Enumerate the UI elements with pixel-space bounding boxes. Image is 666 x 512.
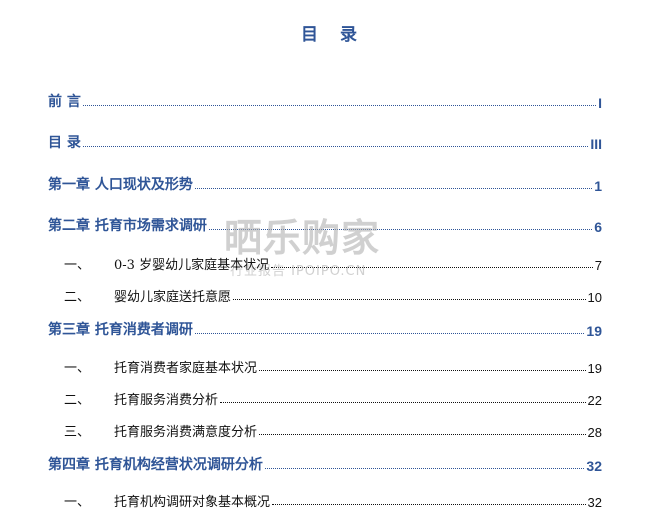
- toc-entry-section[interactable]: 二、 婴幼儿家庭送托意愿 10: [48, 283, 602, 305]
- toc-entry-page: 6: [594, 219, 602, 235]
- dot-leader: [208, 228, 593, 230]
- toc-entry-label: 目 录: [48, 135, 81, 151]
- toc-entry-section[interactable]: 一、 托育机构调研对象基本概况 32: [48, 488, 602, 510]
- toc-entry-label: 第四章 托育机构经营状况调研分析: [48, 457, 263, 473]
- toc-entry-chapter-4[interactable]: 第四章 托育机构经营状况调研分析 32: [48, 452, 602, 474]
- toc-entry-page: 32: [587, 495, 602, 510]
- dot-leader: [82, 104, 597, 106]
- toc-entry-chapter-1[interactable]: 第一章 人口现状及形势 1: [48, 172, 602, 194]
- toc-entry-text: 托育消费者家庭基本状况: [114, 361, 258, 376]
- toc-entry-chapter-2[interactable]: 第二章 托育市场需求调研 6: [48, 213, 602, 235]
- dot-leader: [194, 187, 593, 189]
- toc-entry-page: 22: [587, 393, 602, 408]
- toc-entry-page: I: [598, 95, 602, 111]
- toc-entry-page: 1: [594, 178, 602, 194]
- toc-entry-text: 托育服务消费分析: [114, 393, 219, 408]
- toc-entry-label: 第三章 托育消费者调研: [48, 322, 193, 338]
- dot-leader: [82, 145, 589, 147]
- dot-leader: [259, 433, 586, 435]
- toc-entry-number: 一、: [64, 258, 91, 273]
- toc-entry-section[interactable]: 一、 0-3 岁婴幼儿家庭基本状况 7: [48, 251, 602, 273]
- toc-page: 目 录 前 言 I 目 录 III 第一章 人口现状及形势 1 第二章 托育市场…: [0, 0, 666, 512]
- toc-entry-chapter-3[interactable]: 第三章 托育消费者调研 19: [48, 317, 602, 339]
- toc-entry-number: 二、: [64, 290, 91, 305]
- toc-entry-label: 二、 托育服务消费分析: [48, 389, 220, 408]
- toc-entry-text: 0-3 岁婴幼儿家庭基本状况: [114, 258, 270, 273]
- toc-entry-text: 托育服务消费满意度分析: [114, 425, 258, 440]
- toc-entry-label: 三、 托育服务消费满意度分析: [48, 421, 259, 440]
- toc-entry-page: III: [590, 136, 602, 152]
- toc-entry-page: 19: [586, 323, 602, 339]
- toc-entry-page: 32: [586, 458, 602, 474]
- dot-leader: [233, 298, 586, 300]
- toc-entry-section[interactable]: 三、 托育服务消费满意度分析 28: [48, 418, 602, 440]
- toc-entry-label: 一、 托育机构调研对象基本概况: [48, 491, 272, 510]
- toc-entry-text: 婴幼儿家庭送托意愿: [114, 290, 232, 305]
- toc-title: 目 录: [301, 25, 365, 45]
- toc-entry-label: 二、 婴幼儿家庭送托意愿: [48, 286, 233, 305]
- toc-entry-number: 三、: [64, 425, 91, 440]
- toc-entry-page: 19: [587, 361, 602, 376]
- dot-leader: [259, 369, 586, 371]
- toc-entry-page: 10: [587, 290, 602, 305]
- toc-entry-number: 一、: [64, 495, 91, 510]
- toc-entry-number: 二、: [64, 393, 91, 408]
- dot-leader: [220, 401, 586, 403]
- toc-entry-page: 28: [587, 425, 602, 440]
- toc-entry-label: 第二章 托育市场需求调研: [48, 218, 207, 234]
- toc-entry-label: 前 言: [48, 94, 81, 110]
- toc-entry-label: 一、 托育消费者家庭基本状况: [48, 357, 259, 376]
- toc-entry-text: 托育机构调研对象基本概况: [114, 495, 271, 510]
- toc-entry-contents[interactable]: 目 录 III: [48, 130, 602, 152]
- toc-entry-label: 一、 0-3 岁婴幼儿家庭基本状况: [48, 254, 271, 273]
- toc-entry-section[interactable]: 一、 托育消费者家庭基本状况 19: [48, 354, 602, 376]
- dot-leader: [264, 467, 585, 469]
- dot-leader: [194, 332, 585, 334]
- dot-leader: [271, 266, 593, 268]
- toc-entry-page: 7: [594, 258, 602, 273]
- toc-entry-label: 第一章 人口现状及形势: [48, 177, 193, 193]
- toc-entry-preface[interactable]: 前 言 I: [48, 89, 602, 111]
- toc-entry-section[interactable]: 二、 托育服务消费分析 22: [48, 386, 602, 408]
- dot-leader: [272, 503, 586, 505]
- toc-entry-number: 一、: [64, 361, 91, 376]
